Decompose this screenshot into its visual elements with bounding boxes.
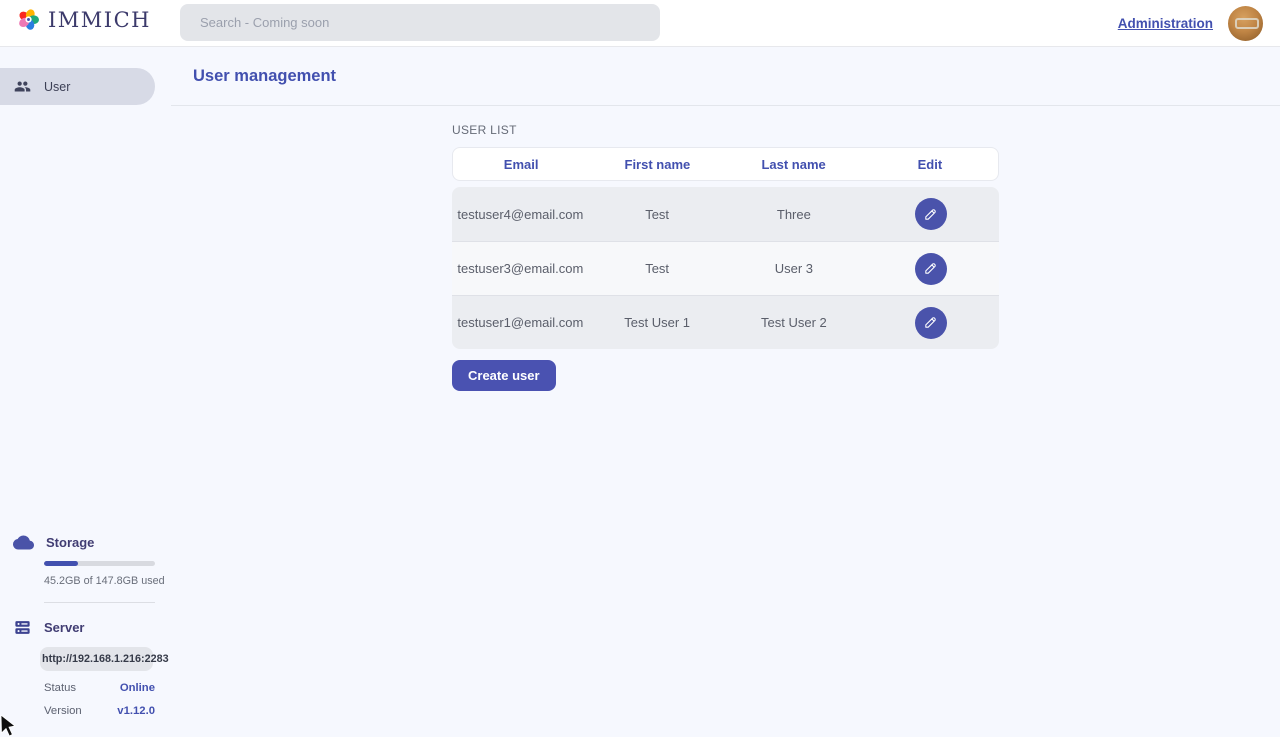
- pencil-icon: [923, 315, 938, 330]
- server-icon: [13, 618, 32, 637]
- last-name-cell: User 3: [726, 261, 863, 276]
- sidebar-item-user[interactable]: User: [0, 68, 155, 105]
- user-list-section: USER LIST Email First name Last name Edi…: [452, 106, 999, 391]
- email-cell: testuser1@email.com: [452, 315, 589, 330]
- table-row: testuser1@email.comTest User 1Test User …: [452, 295, 999, 349]
- status-label: Status: [44, 682, 76, 694]
- server-url-chip: http://192.168.1.216:2283: [40, 647, 153, 671]
- first-name-cell: Test User 1: [589, 315, 726, 330]
- email-cell: testuser3@email.com: [452, 261, 589, 276]
- header-first-name: First name: [589, 157, 725, 172]
- create-user-button[interactable]: Create user: [452, 360, 556, 391]
- main-panel: User management USER LIST Email First na…: [171, 47, 1280, 730]
- edit-cell: [862, 253, 999, 285]
- version-label: Version: [44, 705, 82, 717]
- user-table-header: Email First name Last name Edit: [452, 147, 999, 181]
- app-layout: User Storage 45.2GB of 147.8GB used: [0, 47, 1280, 730]
- edit-user-button[interactable]: [915, 253, 947, 285]
- storage-title: Storage: [46, 535, 94, 550]
- edit-user-button[interactable]: [915, 198, 947, 230]
- last-name-cell: Test User 2: [726, 315, 863, 330]
- server-status-row: Status Online: [44, 682, 155, 694]
- users-icon: [14, 78, 31, 95]
- table-row: testuser3@email.comTestUser 3: [452, 241, 999, 295]
- brand-wordmark: IMMICH: [48, 8, 151, 32]
- search-input[interactable]: [180, 4, 660, 41]
- search-bar[interactable]: [180, 4, 660, 41]
- pencil-icon: [923, 261, 938, 276]
- edit-user-button[interactable]: [915, 307, 947, 339]
- storage-section-header: Storage: [0, 532, 171, 553]
- avatar[interactable]: [1228, 6, 1263, 41]
- storage-usage-text: 45.2GB of 147.8GB used: [44, 575, 171, 587]
- top-navbar: IMMICH Administration: [0, 0, 1280, 47]
- user-table-body: testuser4@email.comTestThree testuser3@e…: [452, 187, 999, 349]
- first-name-cell: Test: [589, 207, 726, 222]
- immich-flower-icon: [16, 7, 41, 32]
- first-name-cell: Test: [589, 261, 726, 276]
- server-version-row: Version v1.12.0: [44, 705, 155, 717]
- header-last-name: Last name: [726, 157, 862, 172]
- administration-link[interactable]: Administration: [1118, 16, 1213, 31]
- cloud-icon: [13, 532, 34, 553]
- edit-cell: [862, 307, 999, 339]
- storage-progress-bar: [44, 561, 155, 566]
- immich-brand[interactable]: IMMICH: [16, 7, 151, 32]
- last-name-cell: Three: [726, 207, 863, 222]
- edit-cell: [862, 198, 999, 230]
- section-label: USER LIST: [452, 123, 999, 137]
- header-edit: Edit: [862, 157, 998, 172]
- header-email: Email: [453, 157, 589, 172]
- email-cell: testuser4@email.com: [452, 207, 589, 222]
- navbar-right: Administration: [1118, 0, 1263, 47]
- table-row: testuser4@email.comTestThree: [452, 187, 999, 241]
- admin-sidebar: User Storage 45.2GB of 147.8GB used: [0, 47, 171, 730]
- storage-progress-fill: [44, 561, 78, 566]
- pencil-icon: [923, 207, 938, 222]
- server-title: Server: [44, 620, 84, 635]
- page-title-bar: User management: [171, 47, 1280, 106]
- sidebar-item-user-label: User: [44, 80, 70, 94]
- version-value: v1.12.0: [117, 705, 155, 717]
- page-title: User management: [193, 67, 336, 86]
- sidebar-divider: [44, 602, 155, 603]
- server-section-header: Server: [0, 618, 171, 637]
- status-value: Online: [120, 682, 155, 694]
- sidebar-footer: Storage 45.2GB of 147.8GB used: [0, 532, 171, 730]
